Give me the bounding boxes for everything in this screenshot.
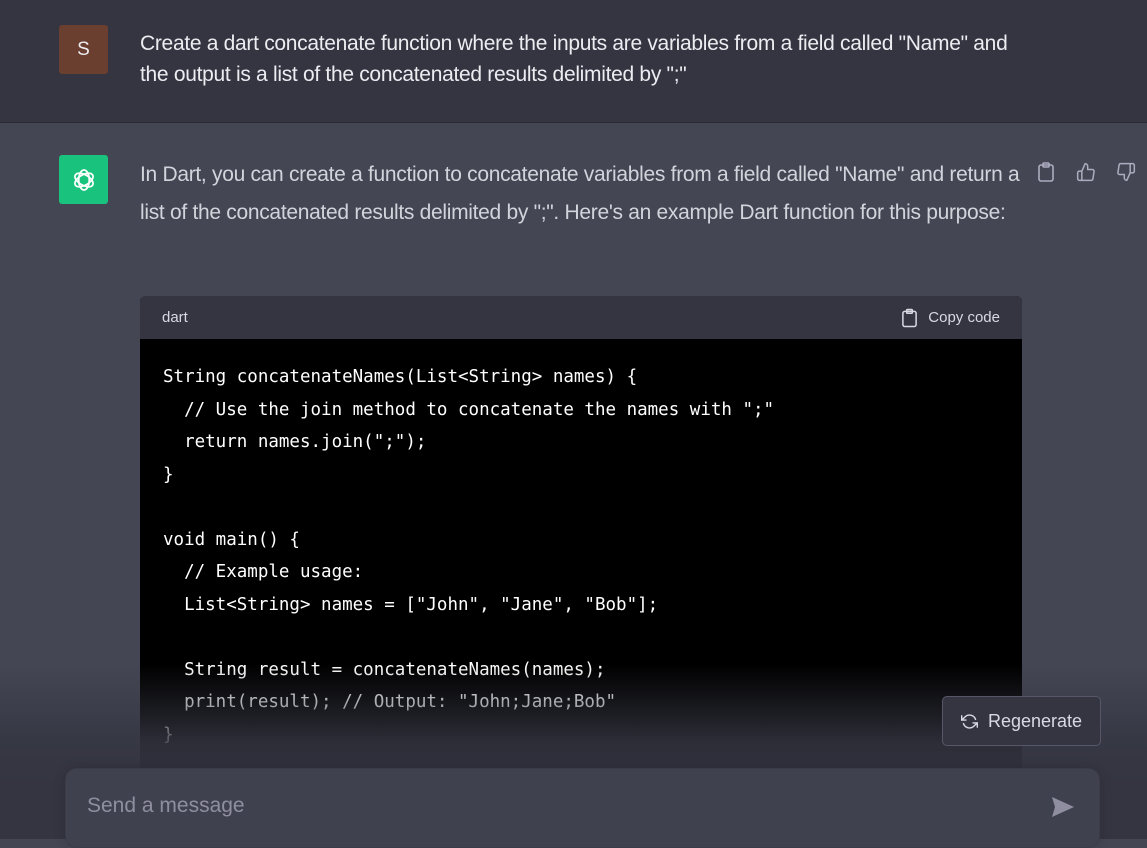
message-composer	[65, 768, 1100, 848]
regenerate-button[interactable]: Regenerate	[942, 696, 1101, 746]
message-actions	[1034, 158, 1138, 186]
thumbs-down-icon	[1117, 162, 1136, 182]
code-header: dart Copy code	[140, 296, 1022, 339]
clipboard-icon	[902, 308, 918, 327]
assistant-message-text: In Dart, you can create a function to co…	[140, 163, 1020, 224]
user-avatar: S	[59, 25, 108, 74]
thumbs-down-button[interactable]	[1114, 160, 1138, 184]
user-message-row: S Create a dart concatenate function whe…	[0, 0, 1147, 123]
clipboard-icon	[1038, 162, 1054, 182]
thumbs-up-icon	[1076, 162, 1095, 182]
copy-message-button[interactable]	[1034, 160, 1058, 184]
code-language-label: dart	[162, 309, 188, 326]
code-block: dart Copy code String concatenateNames(L…	[140, 296, 1022, 776]
regenerate-label: Regenerate	[987, 710, 1083, 731]
send-icon	[1052, 797, 1074, 817]
refresh-icon	[960, 713, 978, 729]
user-avatar-letter: S	[77, 38, 90, 60]
assistant-avatar	[59, 155, 108, 204]
user-message-text: Create a dart concatenate function where…	[140, 32, 1008, 86]
code-content: String concatenateNames(List<String> nam…	[140, 339, 1022, 773]
thumbs-up-button[interactable]	[1074, 160, 1098, 184]
send-button[interactable]	[1049, 793, 1077, 821]
message-input[interactable]	[87, 791, 1017, 821]
copy-code-button[interactable]: Copy code	[901, 308, 1000, 328]
openai-logo-icon	[73, 168, 94, 191]
copy-code-label: Copy code	[928, 309, 1000, 326]
